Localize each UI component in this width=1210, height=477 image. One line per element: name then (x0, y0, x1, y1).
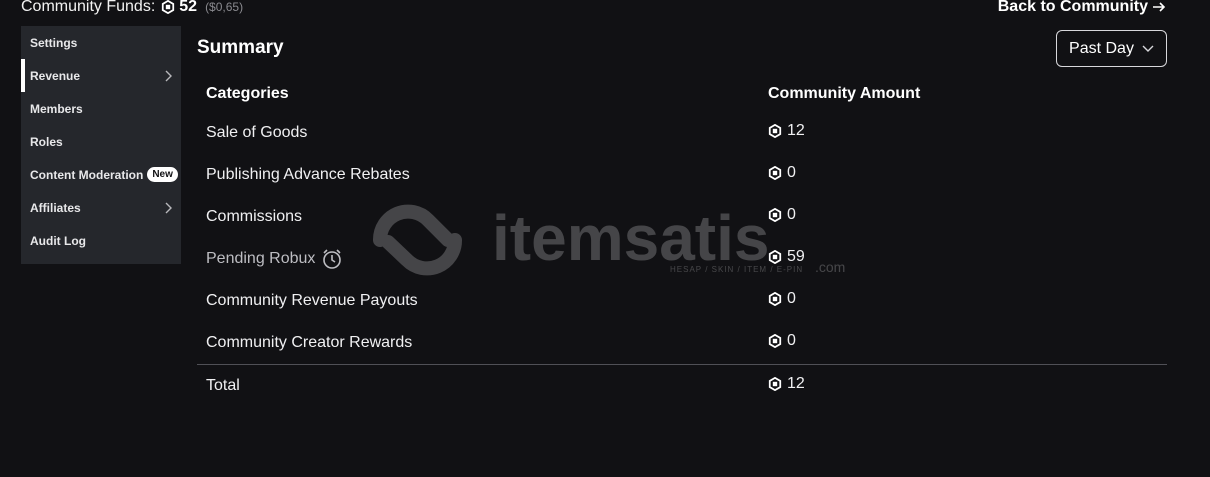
row-amount: 12 (768, 122, 1167, 140)
total-label: Total (206, 377, 240, 394)
row-category-label: Community Creator Rewards (206, 334, 413, 351)
page-title: Summary (197, 37, 284, 58)
table-row: Pending Robux 59 (197, 238, 1167, 280)
sidebar-item-label: Roles (30, 134, 63, 149)
row-amount-value: 0 (787, 332, 796, 349)
sidebar-item-audit-log[interactable]: Audit Log (21, 224, 181, 257)
column-header-amount: Community Amount (768, 85, 921, 102)
sidebar-item-label: Settings (30, 35, 78, 50)
sidebar-item-roles[interactable]: Roles (21, 125, 181, 158)
chevron-right-icon (165, 202, 172, 213)
summary-table: Categories Community Amount Sale of Good… (197, 76, 1167, 407)
table-row: Community Revenue Payouts 0 (197, 280, 1167, 322)
period-dropdown-value: Past Day (1069, 39, 1134, 57)
table-row: Publishing Advance Rebates 0 (197, 154, 1167, 196)
column-header-categories: Categories (206, 85, 289, 102)
robux-icon (768, 166, 782, 180)
row-category-label: Sale of Goods (206, 124, 308, 141)
arrow-right-icon (1153, 2, 1166, 12)
total-row: Total 12 (197, 365, 1167, 407)
row-category-label: Community Revenue Payouts (206, 292, 418, 309)
funds-amount-value: 52 (179, 0, 198, 15)
table-row: Commissions 0 (197, 196, 1167, 238)
funds-usd: ($0,65) (205, 0, 244, 14)
row-amount: 0 (768, 206, 1167, 224)
robux-icon (768, 292, 782, 306)
robux-icon (768, 250, 782, 264)
row-category: Pending Robux (197, 248, 768, 270)
sidebar-item-label: Audit Log (30, 233, 86, 248)
row-amount: 0 (768, 164, 1167, 182)
row-category: Publishing Advance Rebates (197, 166, 768, 184)
sidebar-item-label: Members (30, 101, 83, 116)
sidebar-item-content-moderation[interactable]: Content Moderation New (21, 158, 181, 191)
sidebar-item-members[interactable]: Members (21, 92, 181, 125)
row-category: Sale of Goods (197, 124, 768, 142)
total-amount: 12 (768, 375, 1167, 393)
sidebar-item-label: Affiliates (30, 200, 81, 215)
row-category: Community Creator Rewards (197, 334, 768, 352)
robux-icon (768, 334, 782, 348)
row-amount-value: 59 (787, 248, 805, 265)
total-amount-value: 12 (787, 375, 805, 392)
community-funds-bar: Community Funds: 52 ($0,65) (21, 0, 243, 20)
sidebar-item-label: Revenue (30, 68, 81, 83)
sidebar-item-revenue[interactable]: Revenue (21, 59, 181, 92)
row-amount: 59 (768, 248, 1167, 266)
sidebar: Settings Revenue Members Roles Content Moder… (21, 26, 181, 264)
row-amount-value: 0 (787, 164, 796, 181)
table-header: Categories Community Amount (197, 76, 1167, 112)
robux-icon (162, 0, 175, 14)
back-to-community-link[interactable]: Back to Community (998, 0, 1166, 20)
row-category: Commissions (197, 208, 768, 226)
robux-icon (768, 124, 782, 138)
row-category-label: Commissions (206, 208, 303, 225)
funds-label: Community Funds: (21, 0, 156, 15)
row-amount-value: 12 (787, 122, 805, 139)
robux-icon (768, 377, 782, 391)
row-category: Community Revenue Payouts (197, 292, 768, 310)
sidebar-item-label: Content Moderation (30, 167, 144, 182)
row-amount-value: 0 (787, 206, 796, 223)
clock-icon[interactable] (321, 248, 343, 270)
row-amount-value: 0 (787, 290, 796, 307)
back-to-community-label: Back to Community (997, 0, 1148, 15)
robux-icon (768, 208, 782, 222)
row-category-label: Pending Robux (206, 250, 316, 267)
chevron-right-icon (165, 70, 172, 81)
table-row: Sale of Goods 12 (197, 112, 1167, 154)
funds-amount: 52 (161, 0, 197, 16)
sidebar-item-settings[interactable]: Settings (21, 26, 181, 59)
chevron-down-icon (1142, 45, 1154, 52)
table-row: Community Creator Rewards 0 (197, 322, 1167, 364)
sidebar-item-affiliates[interactable]: Affiliates (21, 191, 181, 224)
row-amount: 0 (768, 332, 1167, 350)
period-dropdown[interactable]: Past Day (1056, 30, 1167, 67)
row-category-label: Publishing Advance Rebates (206, 166, 410, 183)
row-amount: 0 (768, 290, 1167, 308)
new-badge: New (147, 167, 178, 182)
